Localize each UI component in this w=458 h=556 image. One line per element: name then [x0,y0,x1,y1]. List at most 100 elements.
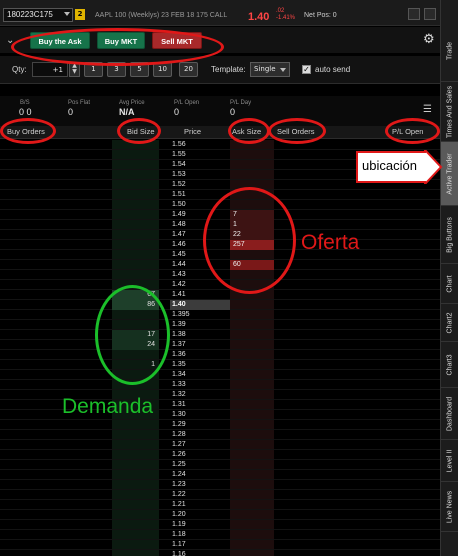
price-cell[interactable]: 1.56 [170,140,230,150]
price-cell[interactable]: 1.18 [170,530,230,540]
ladder-row[interactable]: 1.40 86 [0,300,440,310]
tab-level-ii[interactable]: Level II [441,440,458,482]
ladder-row[interactable]: 1.24 [0,470,440,480]
ladder-row[interactable]: 1.49 7 [0,210,440,220]
header-pl-open[interactable]: P/L Open [392,127,423,136]
ladder-row[interactable]: 1.20 [0,510,440,520]
price-cell[interactable]: 1.51 [170,190,230,200]
price-cell[interactable]: 1.50 [170,200,230,210]
symbol-selector[interactable]: 180223C175 [3,8,73,22]
sell-mkt-button[interactable]: Sell MKT [152,32,202,49]
ladder-row[interactable]: 1.21 [0,500,440,510]
ladder-row[interactable]: 1.44 60 [0,260,440,270]
qty-preset-button[interactable]: 10 [153,62,172,77]
qty-preset-button[interactable]: 3 [107,62,126,77]
header-sell-orders[interactable]: Sell Orders [277,127,315,136]
ladder-row[interactable]: 1.46 257 [0,240,440,250]
price-cell[interactable]: 1.30 [170,410,230,420]
minimize-button[interactable] [408,8,420,20]
buy-the-ask-button[interactable]: Buy the Ask [30,32,90,49]
bid-size-cell[interactable]: 1 [112,360,159,370]
price-cell[interactable]: 1.45 [170,250,230,260]
price-cell[interactable]: 1.49 [170,210,230,220]
ladder-row[interactable]: 1.47 22 [0,230,440,240]
ladder-row[interactable]: 1.45 [0,250,440,260]
price-cell[interactable]: 1.23 [170,480,230,490]
ladder-row[interactable]: 1.33 [0,380,440,390]
ladder-row[interactable]: 1.26 [0,450,440,460]
price-cell[interactable]: 1.16 [170,550,230,556]
ask-size-cell[interactable]: 7 [230,210,274,220]
ladder-row[interactable]: 1.38 17 [0,330,440,340]
ladder-row[interactable]: 1.56 [0,140,440,150]
price-cell[interactable]: 1.26 [170,450,230,460]
bid-size-cell[interactable]: 67 [112,290,159,300]
bid-size-cell[interactable]: 24 [112,340,159,350]
ladder-row[interactable]: 1.29 [0,420,440,430]
header-price[interactable]: Price [184,127,201,136]
qty-preset-button[interactable]: 20 [179,62,198,77]
gear-icon[interactable]: ⚙ [423,32,435,47]
bid-size-cell[interactable]: 86 [112,300,159,310]
price-cell[interactable]: 1.54 [170,160,230,170]
price-cell[interactable]: 1.48 [170,220,230,230]
qty-input[interactable]: +1 [32,62,68,77]
auto-send-checkbox[interactable]: ✓ [302,65,311,74]
tab-active-trader[interactable]: Active Trader [441,142,458,206]
ladder-row[interactable]: 1.27 [0,440,440,450]
ladder-row[interactable]: 1.36 [0,350,440,360]
ask-size-cell[interactable]: 1 [230,220,274,230]
ladder-row[interactable]: 1.51 [0,190,440,200]
price-cell[interactable]: 1.20 [170,510,230,520]
price-cell[interactable]: 1.32 [170,390,230,400]
tab-big-buttons[interactable]: Big Buttons [441,206,458,264]
tab-times-and-sales[interactable]: Times And Sales [441,82,458,142]
bid-size-cell[interactable]: 17 [112,330,159,340]
tab-chart3[interactable]: Chart3 [441,342,458,388]
price-cell[interactable]: 1.46 [170,240,230,250]
ladder-row[interactable]: 1.42 [0,280,440,290]
price-cell[interactable]: 1.19 [170,520,230,530]
ladder-row[interactable]: 1.17 [0,540,440,550]
price-cell[interactable]: 1.40 [170,300,230,310]
price-cell[interactable]: 1.28 [170,430,230,440]
price-cell[interactable]: 1.35 [170,360,230,370]
maximize-button[interactable] [424,8,436,20]
ladder-row[interactable]: 1.48 1 [0,220,440,230]
template-select[interactable]: Single [250,62,290,77]
ladder-row[interactable]: 1.35 1 [0,360,440,370]
ladder-row[interactable]: 1.18 [0,530,440,540]
tab-chart2[interactable]: Chart2 [441,304,458,342]
ladder-row[interactable]: 1.34 [0,370,440,380]
price-cell[interactable]: 1.33 [170,380,230,390]
price-cell[interactable]: 1.36 [170,350,230,360]
price-cell[interactable]: 1.47 [170,230,230,240]
price-cell[interactable]: 1.42 [170,280,230,290]
ladder-row[interactable]: 1.39 [0,320,440,330]
tab-live-news[interactable]: Live News [441,482,458,532]
price-cell[interactable]: 1.22 [170,490,230,500]
ladder-row[interactable]: 1.16 [0,550,440,556]
price-cell[interactable]: 1.21 [170,500,230,510]
tab-trade[interactable]: Trade [441,20,458,82]
qty-preset-button[interactable]: 5 [130,62,149,77]
price-cell[interactable]: 1.34 [170,370,230,380]
ladder-row[interactable]: 1.50 [0,200,440,210]
tab-dashboard[interactable]: Dashboard [441,388,458,440]
ladder-row[interactable]: 1.22 [0,490,440,500]
ladder-row[interactable]: 1.19 [0,520,440,530]
ladder-row[interactable]: 1.25 [0,460,440,470]
header-buy-orders[interactable]: Buy Orders [7,127,45,136]
price-cell[interactable]: 1.41 [170,290,230,300]
price-cell[interactable]: 1.27 [170,440,230,450]
ladder-row[interactable]: 1.395 [0,310,440,320]
collapse-icon[interactable]: ⌄ [6,35,14,46]
ladder-row[interactable]: 1.43 [0,270,440,280]
ladder-row[interactable]: 1.37 24 [0,340,440,350]
price-cell[interactable]: 1.17 [170,540,230,550]
price-cell[interactable]: 1.53 [170,170,230,180]
tab-chart[interactable]: Chart [441,264,458,304]
ladder-row[interactable]: 1.28 [0,430,440,440]
ask-size-cell[interactable]: 22 [230,230,274,240]
qty-preset-button[interactable]: 1 [84,62,103,77]
